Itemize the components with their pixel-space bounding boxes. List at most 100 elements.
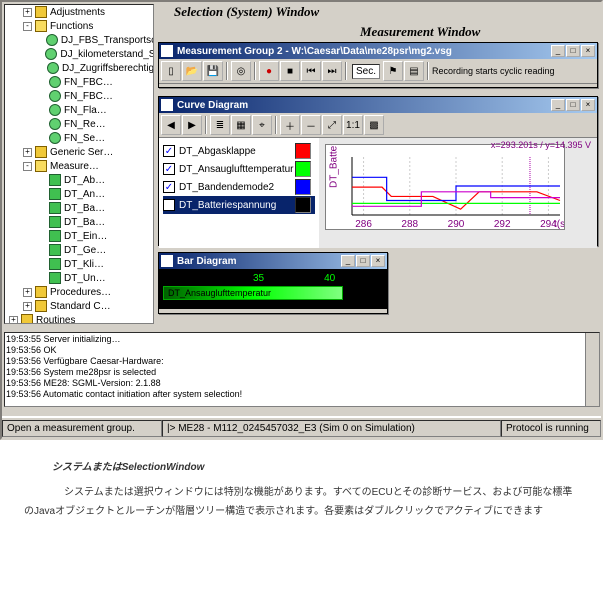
scrollbar-vertical[interactable]	[585, 333, 599, 406]
tree-label: DJ_kilometerstand_Seit_Fe…	[60, 49, 153, 60]
curve-diagram-window[interactable]: Curve Diagram _ □ × ◀ ▶ ≣ ▦ ⌖ ＋ － ⤢ 1:1	[158, 96, 598, 246]
signal-label: DT_Bandendemode2	[179, 182, 274, 193]
signal-color-swatch[interactable]	[295, 197, 311, 213]
close-button[interactable]: ×	[581, 45, 595, 57]
folder-icon	[35, 286, 47, 298]
curve-chart[interactable]: x=293.201s / y=14.395 V 286288290292294t…	[319, 138, 597, 248]
stop-icon[interactable]: ■	[280, 61, 300, 81]
tree-item[interactable]: DT_Un…	[5, 271, 153, 285]
tree-item[interactable]: DT_Ba…	[5, 215, 153, 229]
minimize-button[interactable]: _	[341, 255, 355, 267]
measurement-group-window[interactable]: Measurement Group 2 - W:\Caesar\Data\me2…	[158, 42, 598, 88]
cursor-icon[interactable]: ⌖	[252, 115, 272, 135]
signal-color-swatch[interactable]	[295, 143, 311, 159]
tree-item[interactable]: DJ_kilometerstand_Seit_Fe…	[5, 47, 153, 61]
maximize-button[interactable]: □	[566, 99, 580, 111]
open-icon	[35, 20, 47, 32]
grid-icon[interactable]: ▩	[364, 115, 384, 135]
sheet-icon[interactable]: ▤	[404, 61, 424, 81]
tree-item[interactable]: -Measure…	[5, 159, 153, 173]
tree-expander[interactable]: +	[23, 8, 32, 17]
tree-expander[interactable]: +	[23, 302, 32, 311]
tree-item[interactable]: DT_Ge…	[5, 243, 153, 257]
tree-item[interactable]: FN_Re…	[5, 117, 153, 131]
tree-item[interactable]: DT_Ein…	[5, 229, 153, 243]
chart-coordinates: x=293.201s / y=14.395 V	[491, 140, 591, 150]
tree-item[interactable]: -Functions	[5, 19, 153, 33]
maximize-button[interactable]: □	[566, 45, 580, 57]
tree-item[interactable]: +Procedures…	[5, 285, 153, 299]
signal-list[interactable]: ✓DT_Abgasklappe✓DT_Ansauglufttemperatur✓…	[159, 138, 319, 248]
minimize-button[interactable]: _	[551, 45, 565, 57]
tree-item[interactable]: DJ_Zugriffsberechtigung	[5, 61, 153, 75]
checkbox[interactable]: ✓	[163, 181, 175, 193]
tree-item[interactable]: FN_FBC…	[5, 75, 153, 89]
forward-icon[interactable]: ⏭	[322, 61, 342, 81]
save-icon[interactable]: 💾	[203, 61, 223, 81]
tree-item[interactable]: +Generic Ser…	[5, 145, 153, 159]
checkbox[interactable]: ✓	[163, 145, 175, 157]
zoom-in-icon[interactable]: ＋	[280, 115, 300, 135]
lines-icon[interactable]: ≣	[210, 115, 230, 135]
record-icon[interactable]: ●	[259, 61, 279, 81]
service-icon	[49, 272, 61, 284]
tree-item[interactable]: FN_Fla…	[5, 103, 153, 117]
close-button[interactable]: ×	[371, 255, 385, 267]
tree-expander[interactable]: -	[23, 22, 32, 31]
tree-item[interactable]: DT_Ba…	[5, 201, 153, 215]
open-icon[interactable]: 📂	[182, 61, 202, 81]
rewind-icon[interactable]: ⏮	[301, 61, 321, 81]
folder-icon	[35, 300, 47, 312]
zoom-100-icon[interactable]: 1:1	[343, 115, 363, 135]
tree-expander[interactable]: +	[9, 316, 18, 325]
tree-expander[interactable]: -	[23, 162, 32, 171]
measurement-title: Measurement Group 2 - W:\Caesar\Data\me2…	[177, 46, 551, 57]
props-icon[interactable]: ▦	[231, 115, 251, 135]
tree-item[interactable]: DT_Kli…	[5, 257, 153, 271]
bar-signal-name: DT_Ansauglufttemperatur	[163, 286, 343, 300]
minimize-button[interactable]: _	[551, 99, 565, 111]
nav-fwd-icon[interactable]: ▶	[182, 115, 202, 135]
selection-tree-panel[interactable]: +Adjustments-FunctionsDJ_FBS_Transportsc…	[4, 4, 154, 324]
measurement-titlebar[interactable]: Measurement Group 2 - W:\Caesar\Data\me2…	[159, 43, 597, 59]
maximize-button[interactable]: □	[356, 255, 370, 267]
tree-item[interactable]: FN_FBC…	[5, 89, 153, 103]
tree-expander[interactable]: +	[23, 148, 32, 157]
signal-row[interactable]: ✓DT_Ansauglufttemperatur	[163, 160, 315, 178]
nav-back-icon[interactable]: ◀	[161, 115, 181, 135]
new-icon[interactable]: ▯	[161, 61, 181, 81]
camera-icon[interactable]: ◎	[231, 61, 251, 81]
tree-item[interactable]: +Routines	[5, 313, 153, 324]
flag-icon[interactable]: ⚑	[383, 61, 403, 81]
signal-color-swatch[interactable]	[295, 161, 311, 177]
tree-item[interactable]: + Standard C…	[5, 299, 153, 313]
tree-label: Standard C…	[50, 301, 111, 312]
close-button[interactable]: ×	[581, 99, 595, 111]
measurement-toolbar: ▯ 📂 💾 ◎ ● ■ ⏮ ⏭ Sec. ⚑ ▤ Recording start…	[159, 59, 597, 84]
signal-row[interactable]: ✓ DT_Bandendemode2	[163, 178, 315, 196]
signal-color-swatch[interactable]	[295, 179, 311, 195]
tree-label: DT_Ein…	[64, 231, 107, 242]
tree-item[interactable]: FN_Se…	[5, 131, 153, 145]
zoom-fit-icon[interactable]: ⤢	[322, 115, 342, 135]
bar-body: 35 40 DT_Ansauglufttemperatur	[159, 269, 387, 309]
curve-titlebar[interactable]: Curve Diagram _ □ ×	[159, 97, 597, 113]
tree-expander[interactable]: +	[23, 288, 32, 297]
folder-icon	[21, 314, 33, 324]
annotation-measurement: Measurement Window	[360, 24, 480, 40]
tree-item[interactable]: DJ_FBS_Transportschutz…	[5, 33, 153, 47]
bar-titlebar[interactable]: Bar Diagram _ □ ×	[159, 253, 387, 269]
doc-body: システムまたは選択ウィンドウには特別な機能があります。すべてのECUとその診断サ…	[24, 483, 579, 521]
checkbox[interactable]	[163, 199, 175, 211]
status-window[interactable]: 19:53:55 Server initializing…19:53:56 OK…	[4, 332, 600, 407]
signal-row[interactable]: DT_Batteriespannung	[163, 196, 315, 214]
zoom-out-icon[interactable]: －	[301, 115, 321, 135]
tree-item[interactable]: DT_An…	[5, 187, 153, 201]
ecu-button[interactable]: |> ME28 - M112_0245457032_E3 (Sim 0 on S…	[162, 420, 501, 437]
tree-item[interactable]: +Adjustments	[5, 5, 153, 19]
service-icon	[49, 230, 61, 242]
checkbox[interactable]: ✓	[163, 163, 175, 175]
signal-row[interactable]: ✓DT_Abgasklappe	[163, 142, 315, 160]
bar-diagram-window[interactable]: Bar Diagram _ □ × 35 40 DT_Ansauglufttem…	[158, 252, 388, 314]
tree-item[interactable]: DT_Ab…	[5, 173, 153, 187]
